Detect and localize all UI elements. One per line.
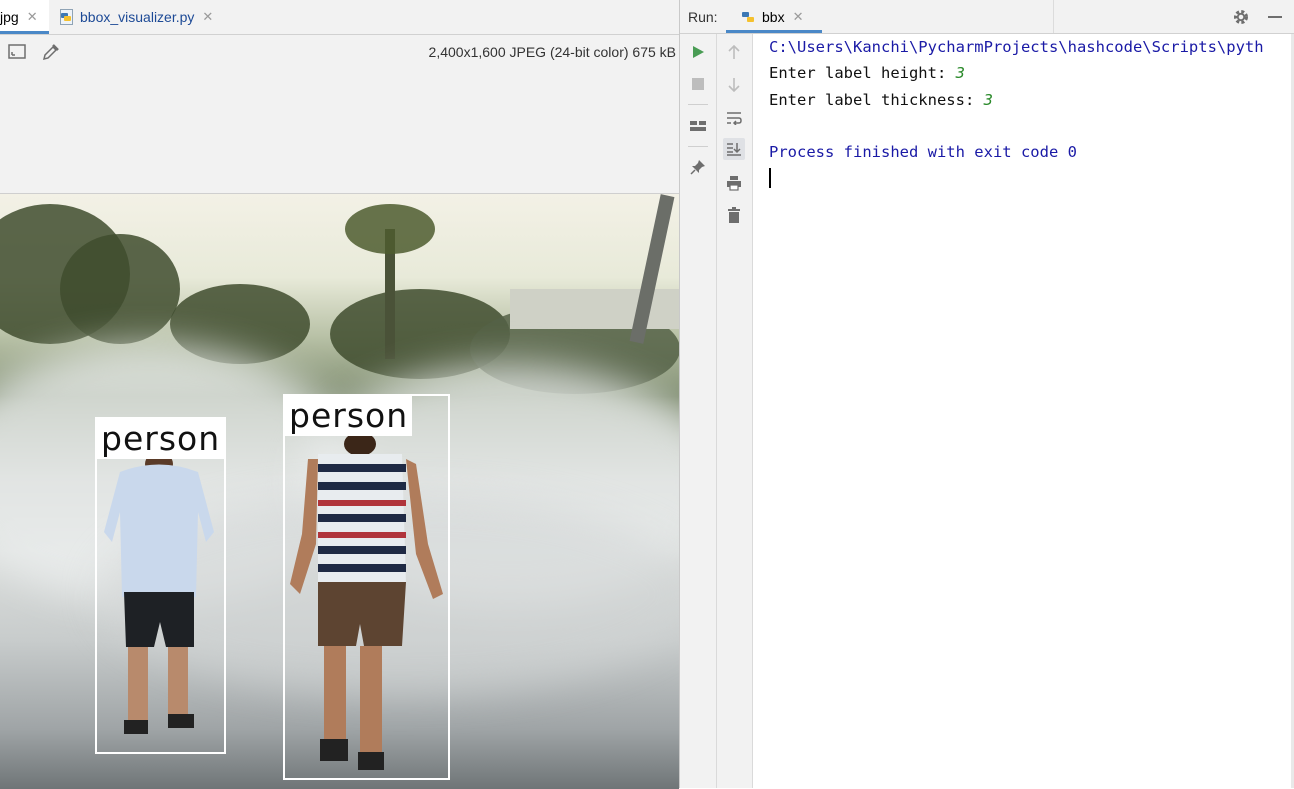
minimize-icon[interactable] (1268, 16, 1282, 18)
console-input: 3 (983, 91, 993, 109)
console-output[interactable]: C:\Users\Kanchi\PycharmProjects\hashcode… (753, 34, 1293, 788)
tab-bbox-visualizer[interactable]: bbox_visualizer.py ✕ (58, 0, 213, 34)
run-left-toolbar (680, 34, 717, 788)
console-toolbar (717, 34, 753, 788)
run-tab-label: bbx (762, 8, 785, 25)
python-file-icon (58, 9, 74, 25)
stop-icon[interactable] (687, 73, 709, 95)
up-arrow-icon[interactable] (723, 41, 745, 63)
header-divider (1053, 0, 1054, 33)
editor-tab-bar: jpg ✕ bbox_visualizer.py ✕ (0, 0, 679, 35)
image-info: 2,400x1,600 JPEG (24-bit color) 675 kB (428, 44, 676, 60)
run-tab-bbx[interactable]: bbx ✕ (726, 0, 822, 33)
detection-label: person (285, 396, 413, 436)
console-prompt: Enter label thickness: (769, 91, 984, 109)
trash-icon[interactable] (723, 204, 745, 226)
down-arrow-icon[interactable] (723, 74, 745, 96)
text-caret (769, 168, 771, 188)
run-icon[interactable] (687, 41, 709, 63)
run-title: Run: (688, 9, 718, 25)
detection-label: person (97, 419, 225, 459)
settings-icon[interactable] (1232, 8, 1250, 26)
console-line: Enter label height: 3 (769, 64, 965, 82)
print-icon[interactable] (723, 172, 745, 194)
console-line: Enter label thickness: 3 (769, 91, 993, 109)
close-icon[interactable]: ✕ (27, 9, 38, 25)
scroll-to-end-icon[interactable] (723, 138, 745, 160)
run-header: Run: bbx ✕ (680, 0, 1294, 34)
soft-wrap-icon[interactable] (723, 107, 745, 129)
toolbar-separator (688, 104, 708, 105)
image-preview: person person (0, 193, 679, 789)
color-picker-icon[interactable] (42, 43, 60, 61)
console-exit-message: Process finished with exit code 0 (769, 143, 1077, 161)
image-editor-pane: jpg ✕ bbox_visualizer.py ✕ 2,400x1,600 J… (0, 0, 679, 789)
python-file-icon (740, 9, 756, 25)
bounding-box: person (95, 417, 226, 754)
layout-icon[interactable] (687, 115, 709, 137)
tab-label: jpg (0, 9, 19, 25)
toolbar-separator (688, 146, 708, 147)
active-tab-indicator (0, 31, 49, 34)
console-prompt: Enter label height: (769, 64, 956, 82)
bounding-box: person (283, 394, 450, 780)
console-path-line: C:\Users\Kanchi\PycharmProjects\hashcode… (769, 38, 1264, 56)
tab-label: bbox_visualizer.py (80, 9, 195, 25)
console-input: 3 (955, 64, 965, 82)
close-icon[interactable]: ✕ (202, 9, 213, 25)
tab-image-jpg[interactable]: jpg ✕ (0, 0, 49, 34)
run-tool-window: Run: bbx ✕ C:\Users\Kanchi\PycharmProjec… (680, 0, 1294, 788)
fit-image-icon[interactable] (8, 43, 26, 61)
pin-icon[interactable] (687, 156, 709, 178)
close-icon[interactable]: ✕ (793, 9, 804, 25)
image-toolbar: 2,400x1,600 JPEG (24-bit color) 675 kB (0, 35, 679, 69)
active-tab-indicator (726, 30, 822, 33)
